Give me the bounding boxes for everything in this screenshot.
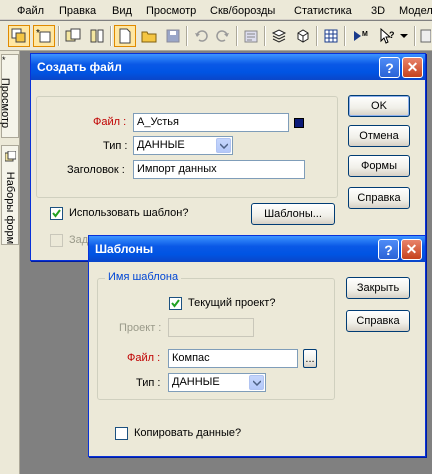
menu-view[interactable]: Вид bbox=[112, 4, 132, 18]
run-macro-icon[interactable]: M bbox=[350, 25, 372, 47]
templates-help-button[interactable]: Справка bbox=[346, 310, 410, 332]
menu-wells[interactable]: Скв/борозды bbox=[210, 4, 275, 18]
svg-text:?: ? bbox=[389, 30, 395, 40]
toolbar: * M ? bbox=[0, 21, 432, 51]
copy-data-checkbox[interactable] bbox=[115, 427, 128, 440]
layers-icon[interactable] bbox=[268, 25, 290, 47]
tab-form-sets[interactable]: Наборы форм bbox=[1, 145, 19, 245]
current-project-checkbox[interactable] bbox=[169, 297, 182, 310]
forms-button[interactable]: Формы bbox=[348, 155, 410, 177]
windows-icon[interactable] bbox=[8, 25, 30, 47]
tab-form-sets-label: Наборы форм bbox=[4, 171, 17, 245]
help-button[interactable]: Справка bbox=[348, 187, 410, 209]
svg-text:M: M bbox=[362, 31, 368, 38]
save-icon[interactable] bbox=[162, 25, 184, 47]
undo-icon[interactable] bbox=[190, 25, 212, 47]
type-select[interactable]: ДАННЫЕ bbox=[133, 136, 233, 155]
template-type-select[interactable]: ДАННЫЕ bbox=[168, 373, 266, 392]
form-sets-icon bbox=[4, 150, 17, 165]
copy-window-icon[interactable] bbox=[62, 25, 84, 47]
properties-icon[interactable] bbox=[240, 25, 262, 47]
template-file-input[interactable]: Компас bbox=[168, 349, 298, 368]
partial-label: Зад bbox=[69, 234, 89, 246]
svg-text:*: * bbox=[36, 28, 40, 39]
menu-bar: Файл Правка Вид Просмотр Скв/борозды Ста… bbox=[0, 0, 432, 20]
templates-dialog: Шаблоны ? ✕ Имя шаблона Текущий проект? … bbox=[88, 235, 426, 457]
chevron-down-icon[interactable] bbox=[249, 375, 264, 390]
close-icon[interactable]: ✕ bbox=[402, 57, 423, 78]
menu-3d[interactable]: 3D bbox=[371, 4, 385, 18]
cube-icon[interactable] bbox=[292, 25, 314, 47]
menu-statistics[interactable]: Статистика bbox=[294, 4, 352, 18]
tile-icon[interactable] bbox=[86, 25, 108, 47]
create-file-titlebar[interactable]: Создать файл bbox=[31, 54, 425, 80]
file-label: Файл : bbox=[93, 116, 127, 128]
help-icon[interactable]: ? bbox=[379, 57, 400, 78]
use-template-label: Использовать шаблон? bbox=[69, 207, 189, 219]
tab-preview-label: Просмотр bbox=[0, 77, 12, 129]
create-file-dialog: Создать файл ? ✕ Файл : А_Устья Тип : ДА… bbox=[30, 53, 426, 261]
grid-icon[interactable] bbox=[320, 25, 342, 47]
header-input[interactable]: Импорт данных bbox=[133, 160, 305, 179]
dialog-title: Создать файл bbox=[37, 60, 122, 74]
cancel-button[interactable]: Отмена bbox=[348, 125, 410, 147]
new-star-icon[interactable]: * bbox=[33, 25, 55, 47]
help-pointer-icon[interactable]: ? bbox=[376, 25, 398, 47]
project-input[interactable] bbox=[168, 318, 254, 337]
tab-preview[interactable]: * Просмотр bbox=[0, 54, 19, 138]
template-type-label: Тип : bbox=[136, 377, 161, 389]
toolbar-extra-icon[interactable] bbox=[418, 25, 432, 47]
header-label: Заголовок : bbox=[67, 164, 125, 176]
close-icon[interactable]: ✕ bbox=[401, 239, 422, 260]
current-project-label: Текущий проект? bbox=[188, 297, 276, 309]
menu-file[interactable]: Файл bbox=[17, 4, 44, 18]
partial-checkbox[interactable] bbox=[50, 234, 63, 247]
open-folder-icon[interactable] bbox=[138, 25, 160, 47]
template-type-value: ДАННЫЕ bbox=[172, 376, 220, 388]
templates-button[interactable]: Шаблоны... bbox=[251, 203, 335, 225]
project-label: Проект : bbox=[119, 322, 162, 334]
color-swatch[interactable] bbox=[294, 118, 304, 128]
toolbar-dropdown-icon[interactable] bbox=[398, 25, 410, 47]
template-name-group-label: Имя шаблона bbox=[105, 271, 182, 283]
menu-preview[interactable]: Просмотр bbox=[146, 4, 196, 18]
close-button[interactable]: Закрыть bbox=[346, 277, 410, 299]
menu-model[interactable]: Модел bbox=[399, 4, 432, 18]
type-select-value: ДАННЫЕ bbox=[137, 139, 185, 151]
type-label: Тип : bbox=[103, 140, 128, 152]
redo-icon[interactable] bbox=[212, 25, 234, 47]
side-panel: * Просмотр Наборы форм bbox=[0, 51, 20, 474]
help-icon[interactable]: ? bbox=[378, 239, 399, 260]
use-template-checkbox[interactable] bbox=[50, 207, 63, 220]
templates-titlebar[interactable]: Шаблоны bbox=[89, 236, 425, 262]
templates-title: Шаблоны bbox=[95, 242, 154, 256]
ok-button[interactable]: OK bbox=[348, 95, 410, 117]
menu-edit[interactable]: Правка bbox=[59, 4, 96, 18]
copy-data-label: Копировать данные? bbox=[134, 427, 242, 439]
file-input[interactable]: А_Устья bbox=[133, 113, 289, 132]
chevron-down-icon[interactable] bbox=[216, 138, 231, 153]
browse-button[interactable]: ... bbox=[303, 349, 317, 368]
new-file-icon[interactable] bbox=[114, 25, 136, 47]
template-file-label: Файл : bbox=[127, 352, 161, 364]
modified-marker: * bbox=[2, 55, 6, 65]
